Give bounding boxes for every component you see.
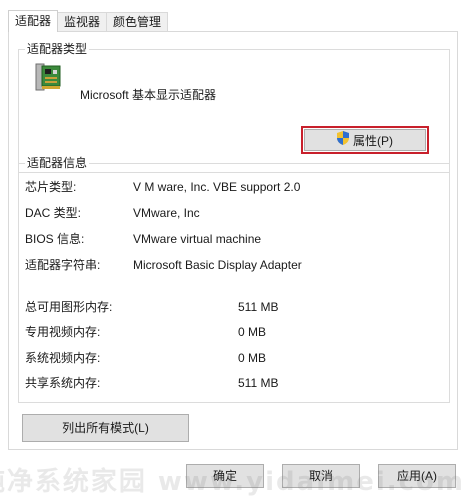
total-graphics-memory-value: 511 MB — [238, 300, 279, 314]
dedicated-video-memory-value: 0 MB — [238, 325, 267, 339]
bios-info-value: VMware virtual machine — [133, 232, 262, 246]
chip-type-label: 芯片类型: — [25, 180, 77, 194]
system-video-memory-value: 0 MB — [238, 351, 267, 365]
adapter-name: Microsoft 基本显示适配器 — [80, 88, 217, 102]
adapter-string-value: Microsoft Basic Display Adapter — [133, 258, 302, 272]
adapter-info-group: 适配器信息 芯片类型: V M ware, Inc. VBE support 2… — [18, 156, 450, 403]
ok-button[interactable]: 确定 — [186, 464, 264, 488]
bios-info-label: BIOS 信息: — [25, 232, 85, 246]
uac-shield-icon — [337, 130, 349, 151]
adapter-info-legend: 适配器信息 — [25, 156, 90, 171]
properties-button[interactable]: 属性(P) — [304, 129, 426, 151]
tab-color-management[interactable]: 颜色管理 — [106, 12, 168, 31]
list-all-modes-button[interactable]: 列出所有模式(L) — [22, 414, 189, 442]
system-video-memory-label: 系统视频内存: — [25, 351, 101, 365]
display-adapter-card-icon — [34, 62, 62, 92]
tab-adapter[interactable]: 适配器 — [8, 10, 58, 32]
adapter-tab-panel: 适配器类型 Microsoft 基本显示适配器 属性(P) 适配器信息 芯片类型… — [8, 31, 458, 450]
adapter-string-label: 适配器字符串: — [25, 258, 101, 272]
adapter-type-legend: 适配器类型 — [25, 42, 90, 57]
apply-button[interactable]: 应用(A) — [378, 464, 456, 488]
properties-button-label: 属性(P) — [353, 133, 393, 148]
dac-type-label: DAC 类型: — [25, 206, 82, 220]
dedicated-video-memory-label: 专用视频内存: — [25, 325, 101, 339]
cancel-button[interactable]: 取消 — [282, 464, 360, 488]
total-graphics-memory-label: 总可用图形内存: — [25, 300, 113, 314]
shared-system-memory-value: 511 MB — [238, 376, 279, 390]
shared-system-memory-label: 共享系统内存: — [25, 376, 101, 390]
tab-monitor[interactable]: 监视器 — [57, 12, 107, 31]
dac-type-value: VMware, Inc — [133, 206, 200, 220]
chip-type-value: V M ware, Inc. VBE support 2.0 — [133, 180, 301, 194]
adapter-type-group: 适配器类型 Microsoft 基本显示适配器 属性(P) — [18, 42, 450, 173]
